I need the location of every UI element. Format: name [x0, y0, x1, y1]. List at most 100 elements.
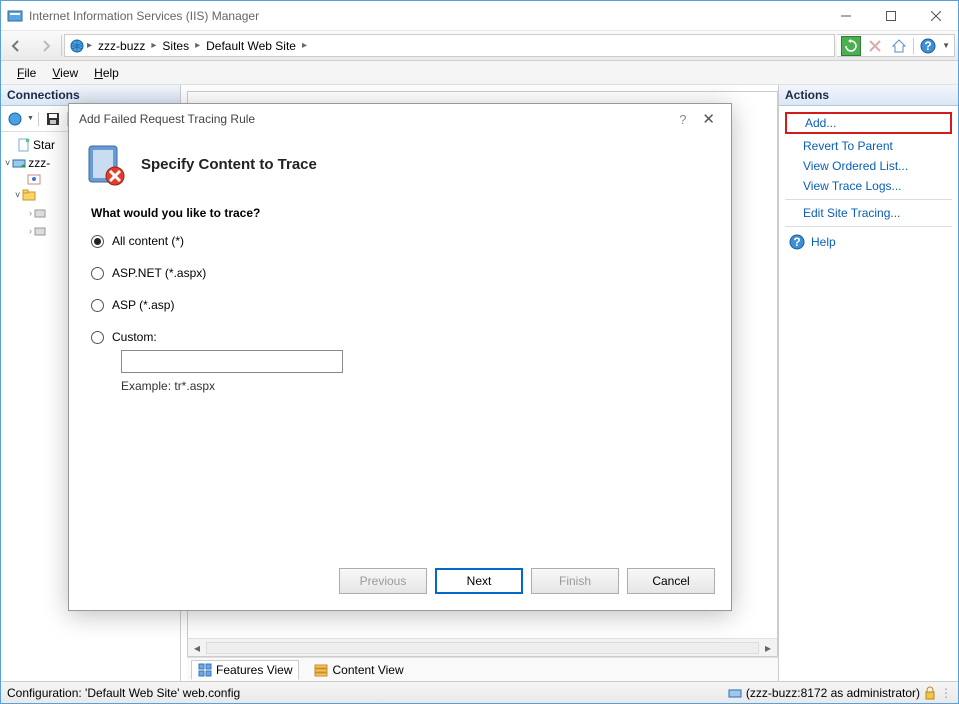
dialog-close-button[interactable]: ✕ — [696, 110, 721, 128]
grip-icon: ⋮ — [940, 686, 952, 700]
menu-file[interactable]: File — [9, 64, 44, 82]
folder-icon — [34, 225, 46, 237]
dialog-add-tracing-rule: Add Failed Request Tracing Rule ? ✕ Spec… — [68, 103, 732, 611]
tab-features-view[interactable]: Features View — [191, 660, 299, 680]
status-right-group: (zzz-buzz:8172 as administrator) ⋮ — [728, 686, 952, 700]
divider — [913, 38, 914, 54]
status-left: Configuration: 'Default Web Site' web.co… — [7, 686, 240, 700]
close-button[interactable] — [913, 1, 958, 30]
menu-view[interactable]: View — [44, 64, 86, 82]
dialog-title: Add Failed Request Tracing Rule — [79, 112, 255, 126]
save-icon[interactable] — [43, 109, 63, 129]
svg-text:?: ? — [924, 39, 931, 53]
breadcrumb-leaf[interactable]: Default Web Site — [202, 39, 300, 53]
button-label: Next — [467, 574, 492, 588]
action-label: Add... — [805, 116, 836, 130]
menubar: File View Help — [1, 61, 958, 85]
back-button[interactable] — [1, 31, 31, 60]
dialog-buttons: Previous Next Finish Cancel — [69, 556, 731, 610]
dialog-header: Specify Content to Trace — [69, 134, 731, 200]
breadcrumb-mid[interactable]: Sites — [158, 39, 193, 53]
radio-all-content[interactable]: All content (*) — [91, 234, 709, 248]
help-icon: ? — [789, 234, 805, 250]
wizard-icon — [83, 142, 127, 186]
action-edit-site[interactable]: Edit Site Tracing... — [779, 203, 958, 223]
chevron-down-icon[interactable]: ▼ — [942, 41, 950, 50]
cancel-button[interactable]: Cancel — [627, 568, 715, 594]
dialog-help-button[interactable]: ? — [669, 112, 696, 127]
home-icon[interactable] — [889, 36, 909, 56]
nav-tool-icons: ? ▼ — [837, 34, 955, 57]
refresh-icon[interactable] — [841, 36, 861, 56]
dialog-question: What would you like to trace? — [91, 206, 709, 220]
separator — [785, 199, 952, 200]
server-icon — [12, 156, 26, 170]
svg-text:?: ? — [793, 235, 800, 249]
divider — [61, 35, 62, 56]
divider — [38, 112, 39, 126]
maximize-button[interactable] — [868, 1, 913, 30]
window-title: Internet Information Services (IIS) Mana… — [29, 9, 823, 23]
tab-label: Features View — [216, 663, 292, 677]
status-right: (zzz-buzz:8172 as administrator) — [746, 686, 920, 700]
expander-icon[interactable]: ˅ — [5, 154, 10, 172]
expander-icon[interactable]: ˅ — [15, 186, 20, 204]
breadcrumb[interactable]: ▸ zzz-buzz ▸ Sites ▸ Default Web Site ▸ — [64, 34, 835, 57]
radio-label: ASP (*.asp) — [112, 298, 174, 312]
actions-panel: Actions Add... Revert To Parent View Ord… — [778, 85, 958, 681]
dialog-body: What would you like to trace? All conten… — [69, 200, 731, 556]
action-add[interactable]: Add... — [785, 112, 952, 134]
chevron-right-icon: ▸ — [193, 40, 202, 51]
radio-label: Custom: — [112, 330, 157, 344]
tree-label: Star — [33, 136, 55, 154]
stop-icon[interactable] — [865, 36, 885, 56]
minimize-button[interactable] — [823, 1, 868, 30]
radio-icon — [91, 235, 104, 248]
help-icon[interactable]: ? — [918, 36, 938, 56]
action-ordered[interactable]: View Ordered List... — [779, 156, 958, 176]
scroll-right-icon[interactable]: ▸ — [759, 641, 777, 655]
radio-label: All content (*) — [112, 234, 184, 248]
next-button[interactable]: Next — [435, 568, 523, 594]
radio-aspnet[interactable]: ASP.NET (*.aspx) — [91, 266, 709, 280]
tree-label: zzz- — [28, 154, 50, 172]
server-icon — [728, 686, 742, 700]
dialog-titlebar: Add Failed Request Tracing Rule ? ✕ — [69, 104, 731, 134]
scroll-track[interactable] — [206, 642, 759, 654]
statusbar: Configuration: 'Default Web Site' web.co… — [1, 681, 958, 703]
chevron-right-icon: ▸ — [149, 40, 158, 51]
breadcrumb-root[interactable]: zzz-buzz — [94, 39, 149, 53]
finish-button: Finish — [531, 568, 619, 594]
chevron-down-icon[interactable]: ▼ — [27, 115, 34, 122]
folder-icon — [34, 207, 46, 219]
radio-icon — [91, 331, 104, 344]
example-text: Example: tr*.aspx — [121, 379, 709, 393]
expander-icon[interactable]: › — [29, 222, 32, 240]
tab-content-view[interactable]: Content View — [307, 660, 410, 680]
folder-icon — [22, 188, 36, 202]
separator — [785, 226, 952, 227]
forward-button[interactable] — [31, 31, 61, 60]
action-label: Help — [811, 235, 836, 249]
app-icon — [7, 8, 23, 24]
action-help[interactable]: ? Help — [779, 230, 958, 254]
titlebar: Internet Information Services (IIS) Mana… — [1, 1, 958, 31]
horizontal-scrollbar[interactable]: ◂ ▸ — [188, 638, 777, 656]
lock-icon — [924, 686, 936, 700]
previous-button: Previous — [339, 568, 427, 594]
globe-icon — [69, 38, 85, 54]
expander-icon[interactable]: › — [29, 204, 32, 222]
scroll-left-icon[interactable]: ◂ — [188, 641, 206, 655]
action-revert[interactable]: Revert To Parent — [779, 136, 958, 156]
radio-asp[interactable]: ASP (*.asp) — [91, 298, 709, 312]
view-tabs: Features View Content View — [187, 657, 778, 681]
action-logs[interactable]: View Trace Logs... — [779, 176, 958, 196]
dialog-heading: Specify Content to Trace — [141, 156, 317, 173]
actions-list: Add... Revert To Parent View Ordered Lis… — [779, 106, 958, 258]
menu-help[interactable]: Help — [86, 64, 127, 82]
custom-pattern-input[interactable] — [121, 350, 343, 373]
button-label: Previous — [360, 574, 407, 588]
connect-icon[interactable] — [5, 109, 25, 129]
button-label: Finish — [559, 574, 591, 588]
radio-custom[interactable]: Custom: — [91, 330, 709, 344]
